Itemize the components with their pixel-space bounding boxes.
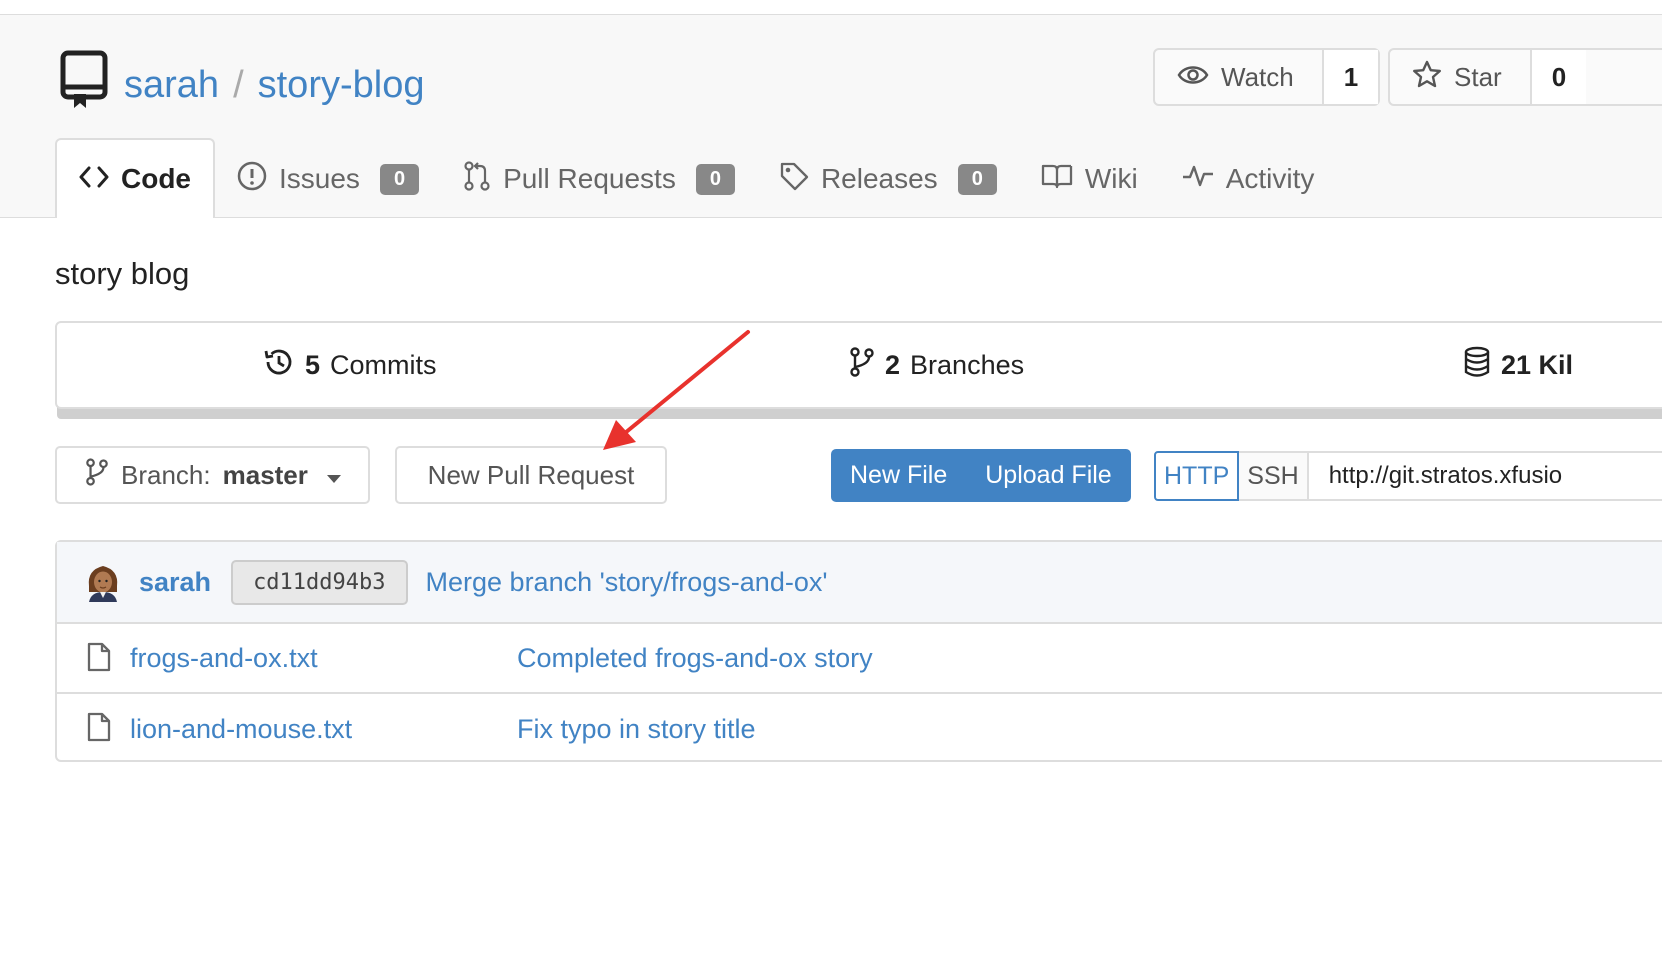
issues-count-badge: 0 <box>379 163 420 195</box>
file-commit-message-link[interactable]: Completed frogs-and-ox story <box>517 643 873 674</box>
ssh-clone-button[interactable]: SSH <box>1239 451 1309 501</box>
branch-selector[interactable]: Branch: master <box>55 446 370 504</box>
eye-icon <box>1177 62 1209 93</box>
history-icon <box>263 346 295 385</box>
database-icon <box>1463 346 1491 385</box>
branch-name: master <box>222 459 308 490</box>
book-icon <box>1041 163 1073 196</box>
branch-prefix: Branch: <box>121 459 211 490</box>
pull-requests-count-badge: 0 <box>695 163 735 195</box>
commit-author-link[interactable]: sarah <box>139 567 211 598</box>
new-pull-request-button[interactable]: New Pull Request <box>395 446 667 504</box>
tab-label: Issues <box>279 163 360 194</box>
caret-down-icon <box>326 460 342 491</box>
file-icon <box>87 712 111 747</box>
repo-size: 21 Kil <box>1501 349 1574 380</box>
repo-name-link[interactable]: story-blog <box>258 64 425 107</box>
tab-releases[interactable]: Releases 0 <box>757 140 1019 218</box>
commits-label: Commits <box>330 349 437 380</box>
star-button-group: Star 0 <box>1388 48 1662 106</box>
branches-stat[interactable]: 2 Branches <box>849 330 1024 400</box>
tab-wiki[interactable]: Wiki <box>1019 140 1160 218</box>
tab-issues[interactable]: Issues 0 <box>215 140 441 218</box>
tab-activity[interactable]: Activity <box>1160 140 1337 218</box>
size-stat: 21 Kil <box>1463 330 1573 400</box>
file-commit-message-link[interactable]: Fix typo in story title <box>517 714 756 745</box>
file-row: frogs-and-ox.txt Completed frogs-and-ox … <box>57 624 1662 694</box>
branch-icon <box>85 457 109 493</box>
latest-commit-row: sarah cd11dd94b3 Merge branch 'story/fro… <box>57 542 1662 624</box>
avatar <box>83 562 123 602</box>
tab-label: Releases <box>820 163 938 194</box>
code-icon <box>79 163 109 195</box>
releases-count-badge: 0 <box>957 163 997 195</box>
watch-button-group: Watch 1 <box>1153 48 1381 106</box>
clone-url-input[interactable]: http://git.stratos.xfusio <box>1308 451 1662 501</box>
tag-icon <box>779 161 809 198</box>
issue-icon <box>237 161 267 198</box>
tab-label: Pull Requests <box>503 163 676 194</box>
file-name-link[interactable]: frogs-and-ox.txt <box>130 643 318 674</box>
repo-title: sarah / story-blog <box>60 50 424 120</box>
commits-stat[interactable]: 5 Commits <box>263 330 437 400</box>
watch-count[interactable]: 1 <box>1323 50 1379 104</box>
upload-file-button[interactable]: Upload File <box>966 449 1130 502</box>
clone-url-group: HTTP SSH http://git.stratos.xfusio <box>1154 451 1662 501</box>
new-file-button[interactable]: New File <box>831 449 966 502</box>
file-icon <box>87 642 111 677</box>
branches-count: 2 <box>885 349 901 380</box>
star-button[interactable]: Star <box>1390 50 1532 104</box>
branch-icon <box>849 346 875 384</box>
star-icon <box>1412 60 1442 95</box>
star-count[interactable]: 0 <box>1531 50 1587 104</box>
file-row: lion-and-mouse.txt Fix typo in story tit… <box>57 694 1662 764</box>
tab-label: Wiki <box>1084 163 1138 194</box>
pull-request-icon <box>463 160 491 198</box>
tab-label: Code <box>121 163 191 194</box>
repo-separator: / <box>233 63 244 106</box>
commits-count: 5 <box>305 349 321 380</box>
http-clone-button[interactable]: HTTP <box>1154 451 1240 501</box>
repo-tabs: Code Issues 0 Pull Requests 0 Releases 0… <box>55 138 1337 218</box>
repo-owner-link[interactable]: sarah <box>124 64 219 107</box>
file-name-link[interactable]: lion-and-mouse.txt <box>130 714 352 745</box>
star-label: Star <box>1454 61 1502 92</box>
pulse-icon <box>1182 163 1214 196</box>
repo-stats-bar: 5 Commits 2 Branches 21 Kil <box>55 321 1662 409</box>
branches-label: Branches <box>910 349 1025 380</box>
tab-label: Activity <box>1225 163 1315 194</box>
file-list: sarah cd11dd94b3 Merge branch 'story/fro… <box>55 540 1662 762</box>
watch-button[interactable]: Watch <box>1155 50 1324 104</box>
watch-label: Watch <box>1221 61 1294 92</box>
repo-icon <box>60 50 108 120</box>
commit-message-link[interactable]: Merge branch 'story/frogs-and-ox' <box>426 567 828 598</box>
tab-code[interactable]: Code <box>55 138 215 218</box>
file-actions-group: New File Upload File <box>831 449 1131 502</box>
repo-description: story blog <box>55 256 190 291</box>
commit-sha-button[interactable]: cd11dd94b3 <box>231 559 408 605</box>
tab-pull-requests[interactable]: Pull Requests 0 <box>441 140 757 218</box>
